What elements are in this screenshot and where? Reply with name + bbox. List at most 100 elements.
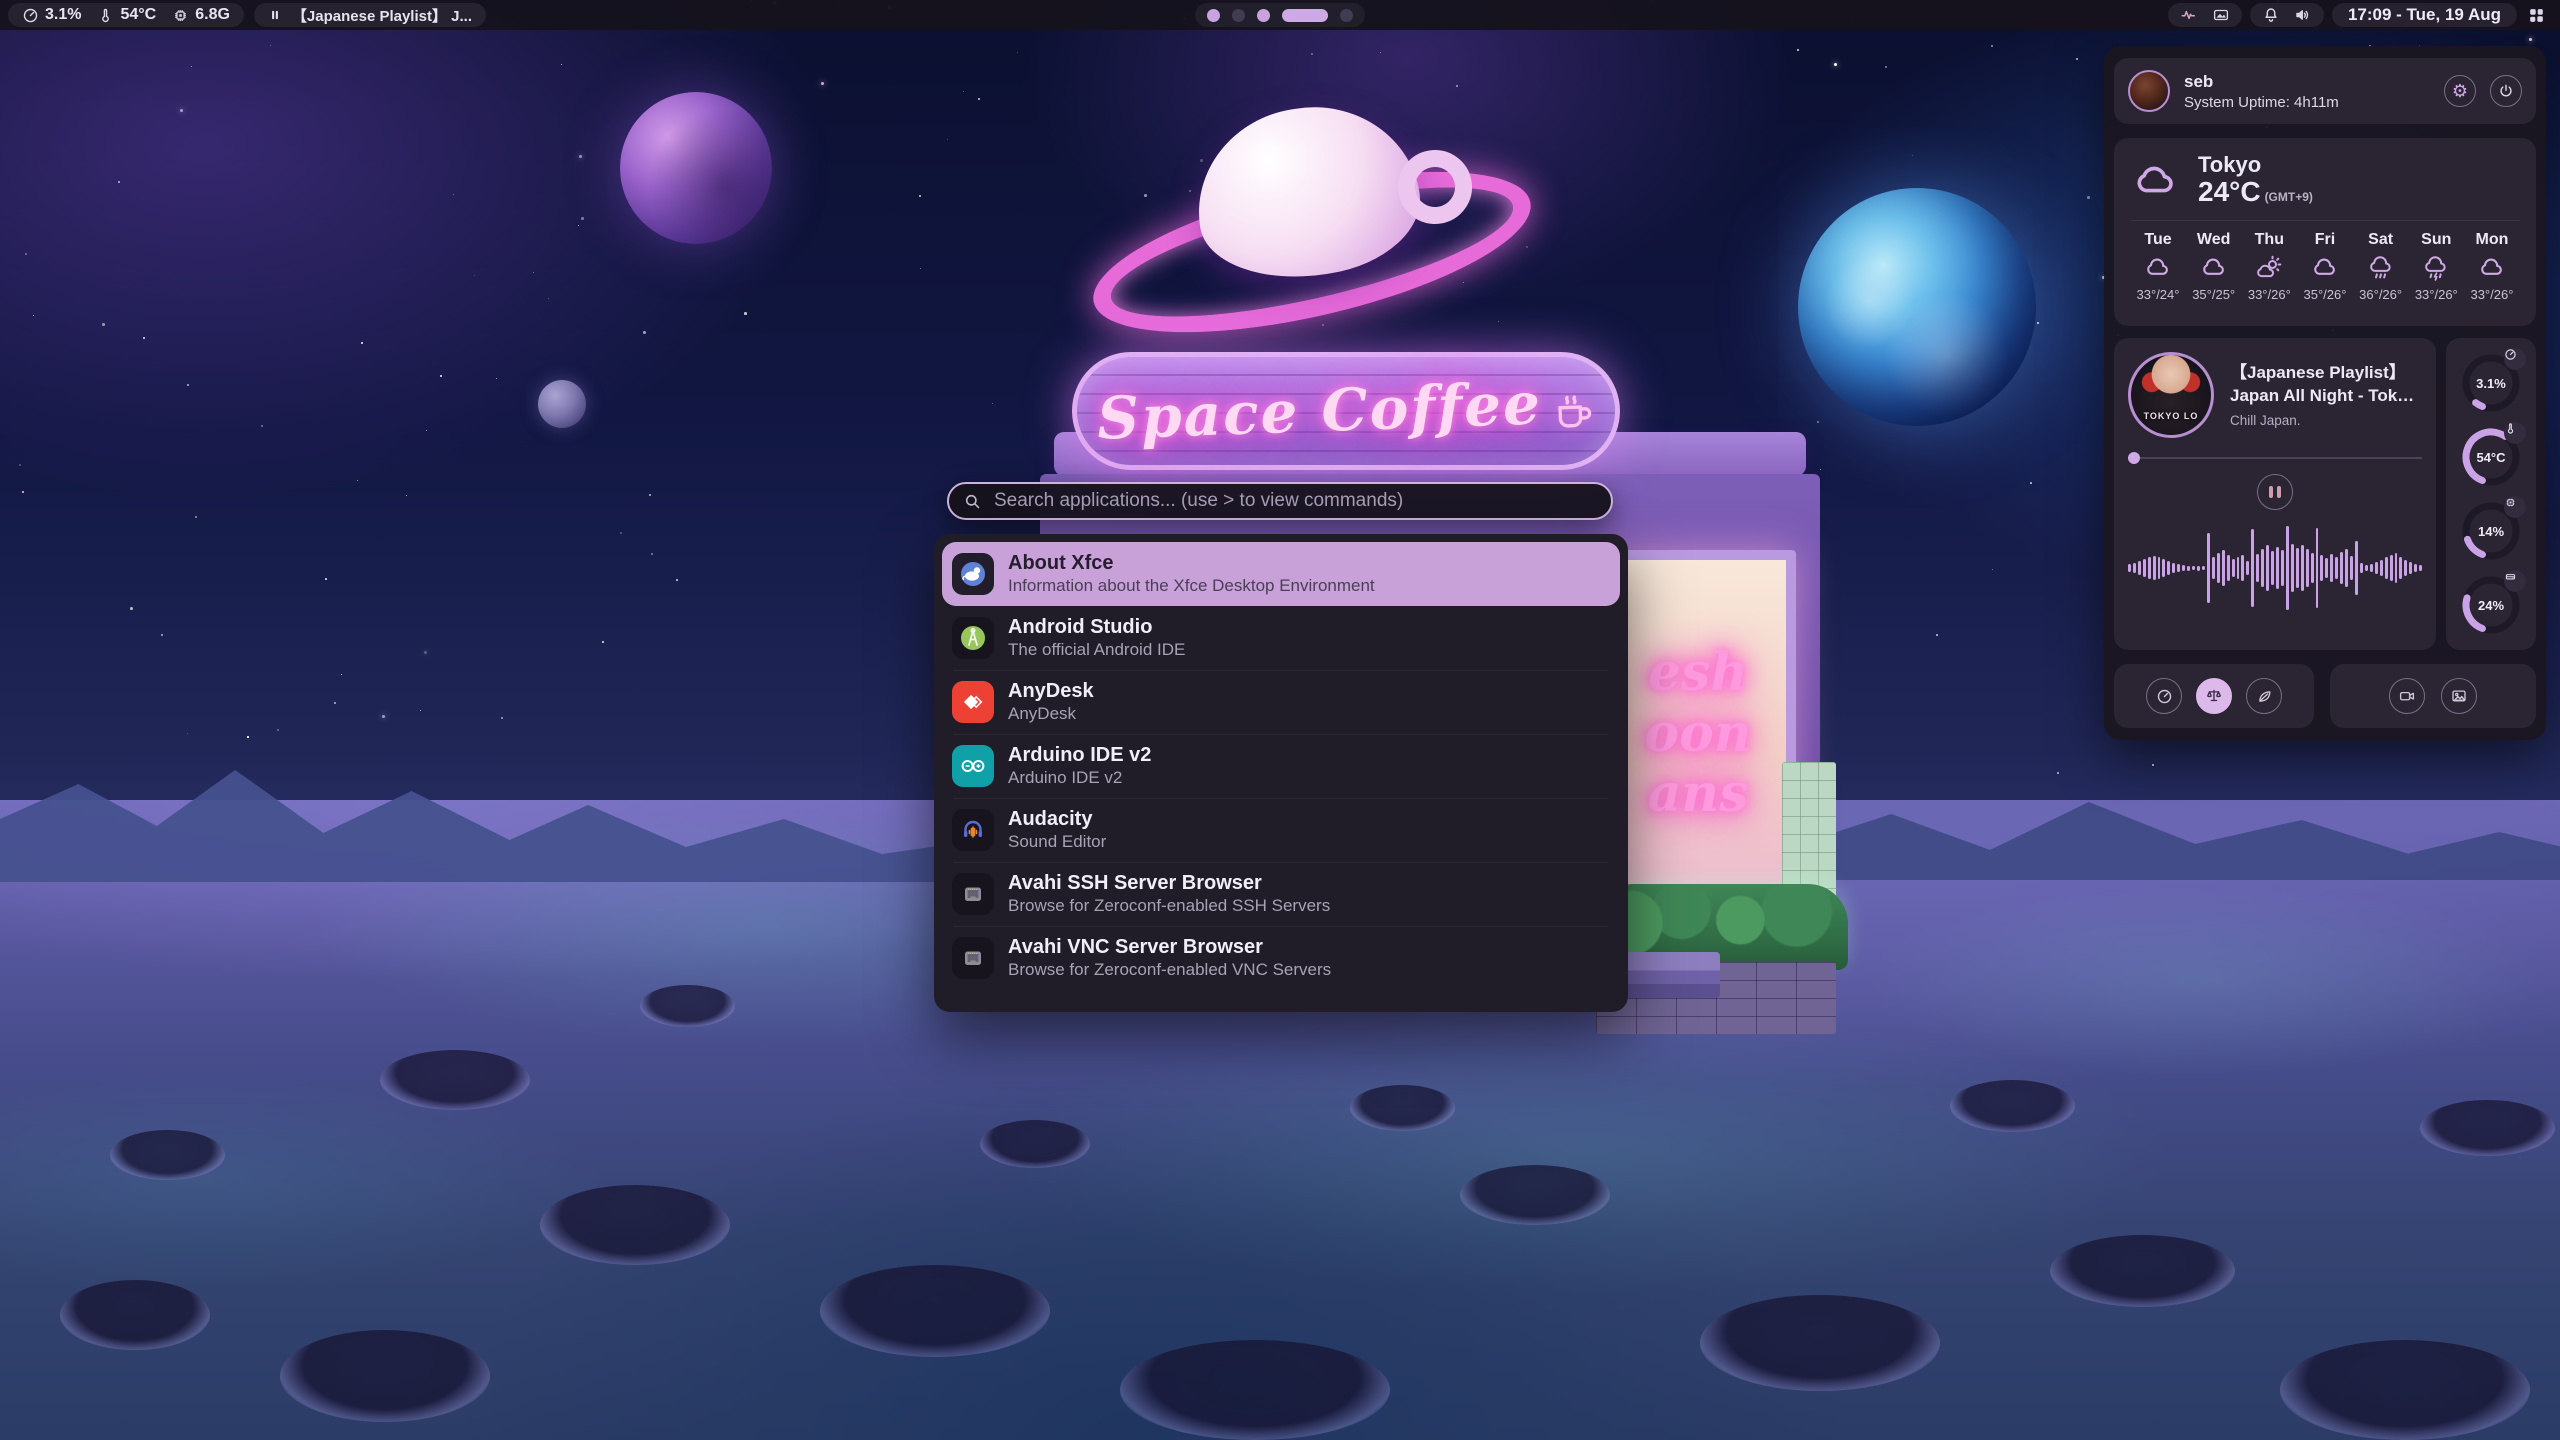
anydesk-icon [952,681,994,723]
cpu-usage-stat: 3.1% [22,6,81,24]
forecast-day: Sat 36°/26° [2355,231,2407,302]
weather-forecast: Tue 33°/24° Wed 35°/25° Thu 33°/26° Fri [2130,231,2520,302]
app-description: AnyDesk [1008,705,1094,724]
chip-icon [172,7,189,24]
app-name: About Xfce [1008,552,1375,574]
app-row-avahi-vnc[interactable]: Avahi VNC Server Browser Browse for Zero… [942,926,1620,990]
space-coffee-sign: Space Coffee [1072,352,1620,470]
sun-cloud-icon [2254,254,2284,282]
storm-cloud-icon [2421,254,2451,282]
power-button[interactable] [2490,75,2522,107]
wallpaper-icon[interactable] [2212,6,2230,24]
track-subtitle: Chill Japan. [2230,413,2422,428]
bell-icon[interactable] [2262,6,2280,24]
settings-button[interactable]: ⚙ [2444,75,2476,107]
app-description: The official Android IDE [1008,641,1185,660]
weather-widget: Tokyo 24°C (GMT+9) Tue 33°/24° Wed [2114,138,2536,326]
top-bar: 3.1% 54°C 6.8G 【Japanese Playlist】 J... [0,0,2560,30]
app-description: Browse for Zeroconf-enabled SSH Servers [1008,897,1330,916]
app-row-audacity[interactable]: Audacity Sound Editor [942,798,1620,862]
workspace-dot-2[interactable] [1232,9,1245,22]
system-uptime: System Uptime: 4h11m [2184,94,2430,111]
arduino-icon [952,745,994,787]
search-input[interactable] [992,489,1597,513]
workspace-dot-5[interactable] [1340,9,1353,22]
clock[interactable]: 17:09 - Tue, 19 Aug [2332,3,2517,27]
app-name: Avahi SSH Server Browser [1008,872,1330,894]
app-row-anydesk[interactable]: AnyDesk AnyDesk [942,670,1620,734]
app-name: Arduino IDE v2 [1008,744,1151,766]
app-row-arduino[interactable]: Arduino IDE v2 Arduino IDE v2 [942,734,1620,798]
gauge-disk: 24% [2460,574,2522,636]
search-icon [963,492,982,511]
app-row-android-studio[interactable]: Android Studio The official Android IDE [942,606,1620,670]
music-player-widget: TOKYO LO 【Japanese Playlist】 Japan All N… [2114,338,2436,650]
android-studio-icon [952,617,994,659]
eco-mode-button[interactable] [2246,678,2282,714]
app-name: Audacity [1008,808,1106,830]
network-activity-icon[interactable] [2180,6,2198,24]
workspace-dot-4[interactable] [1282,9,1328,22]
balanced-mode-button[interactable] [2196,678,2232,714]
app-row-about-xfce[interactable]: About Xfce Information about the Xfce De… [942,542,1620,606]
gauge-cpu: 3.1% [2460,352,2522,414]
neon-window-text: oon [1644,707,1751,762]
app-name: Android Studio [1008,616,1185,638]
album-art: TOKYO LO [2128,352,2214,438]
speedometer-icon [2156,688,2173,705]
now-playing-pill[interactable]: 【Japanese Playlist】 J... [254,3,486,27]
leaf-icon [2256,688,2273,705]
app-name: Avahi VNC Server Browser [1008,936,1331,958]
temperature-stat: 54°C [97,6,156,24]
app-grid-icon[interactable] [2527,6,2546,25]
capture-buttons [2330,664,2536,728]
performance-mode-button[interactable] [2146,678,2182,714]
cafe-window: esh oon ans [1600,550,1796,918]
system-gauges: 3.1% 54°C 14% 24% [2446,338,2536,650]
workspace-dot-3[interactable] [1257,9,1270,22]
app-row-avahi-ssh[interactable]: Avahi SSH Server Browser Browse for Zero… [942,862,1620,926]
forecast-day: Sun 33°/26° [2410,231,2462,302]
user-name: seb [2184,72,2430,92]
cloud-icon [2477,254,2507,282]
image-icon [2450,687,2468,705]
screenshot-button[interactable] [2441,678,2477,714]
pause-button[interactable] [2257,474,2293,510]
neon-cup-icon [1551,388,1597,434]
rain-cloud-icon [2366,254,2396,282]
memory-stat: 6.8G [172,6,230,24]
progress-track [2140,457,2422,459]
thermometer-icon [97,7,114,24]
playback-progress[interactable] [2128,452,2422,464]
weather-timezone: (GMT+9) [2265,190,2313,204]
purple-planet [620,92,772,244]
forecast-day: Mon 33°/26° [2466,231,2518,302]
app-name: AnyDesk [1008,680,1094,702]
volume-icon[interactable] [2294,6,2312,24]
desktop: esh oon ans Space Coffee [0,0,2560,1440]
status-icons-pill [2168,3,2242,27]
app-description: Browse for Zeroconf-enabled VNC Servers [1008,961,1331,980]
pause-icon [268,8,282,22]
network-port-icon [952,873,994,915]
audio-visualizer [2128,522,2422,614]
power-profile-buttons [2114,664,2314,728]
gear-icon: ⚙ [2452,81,2468,102]
system-stats-pill[interactable]: 3.1% 54°C 6.8G [8,3,244,27]
speedometer-icon [22,7,39,24]
workspace-indicator[interactable] [1195,3,1365,27]
sign-text: Space Coffee [1095,369,1542,452]
app-description: Sound Editor [1008,833,1106,852]
app-description: Arduino IDE v2 [1008,769,1151,788]
screen-record-button[interactable] [2389,678,2425,714]
audacity-icon [952,809,994,851]
progress-handle[interactable] [2128,452,2140,464]
workspace-dot-1[interactable] [1207,9,1220,22]
forecast-day: Fri 35°/26° [2299,231,2351,302]
gauge-temperature: 54°C [2460,426,2522,488]
earth-planet [1798,188,2036,426]
avatar [2128,70,2170,112]
cloud-icon [2143,254,2173,282]
disk-icon [2504,570,2517,583]
widgets-sidebar: seb System Uptime: 4h11m ⚙ Tokyo 24°C (G… [2104,46,2546,740]
